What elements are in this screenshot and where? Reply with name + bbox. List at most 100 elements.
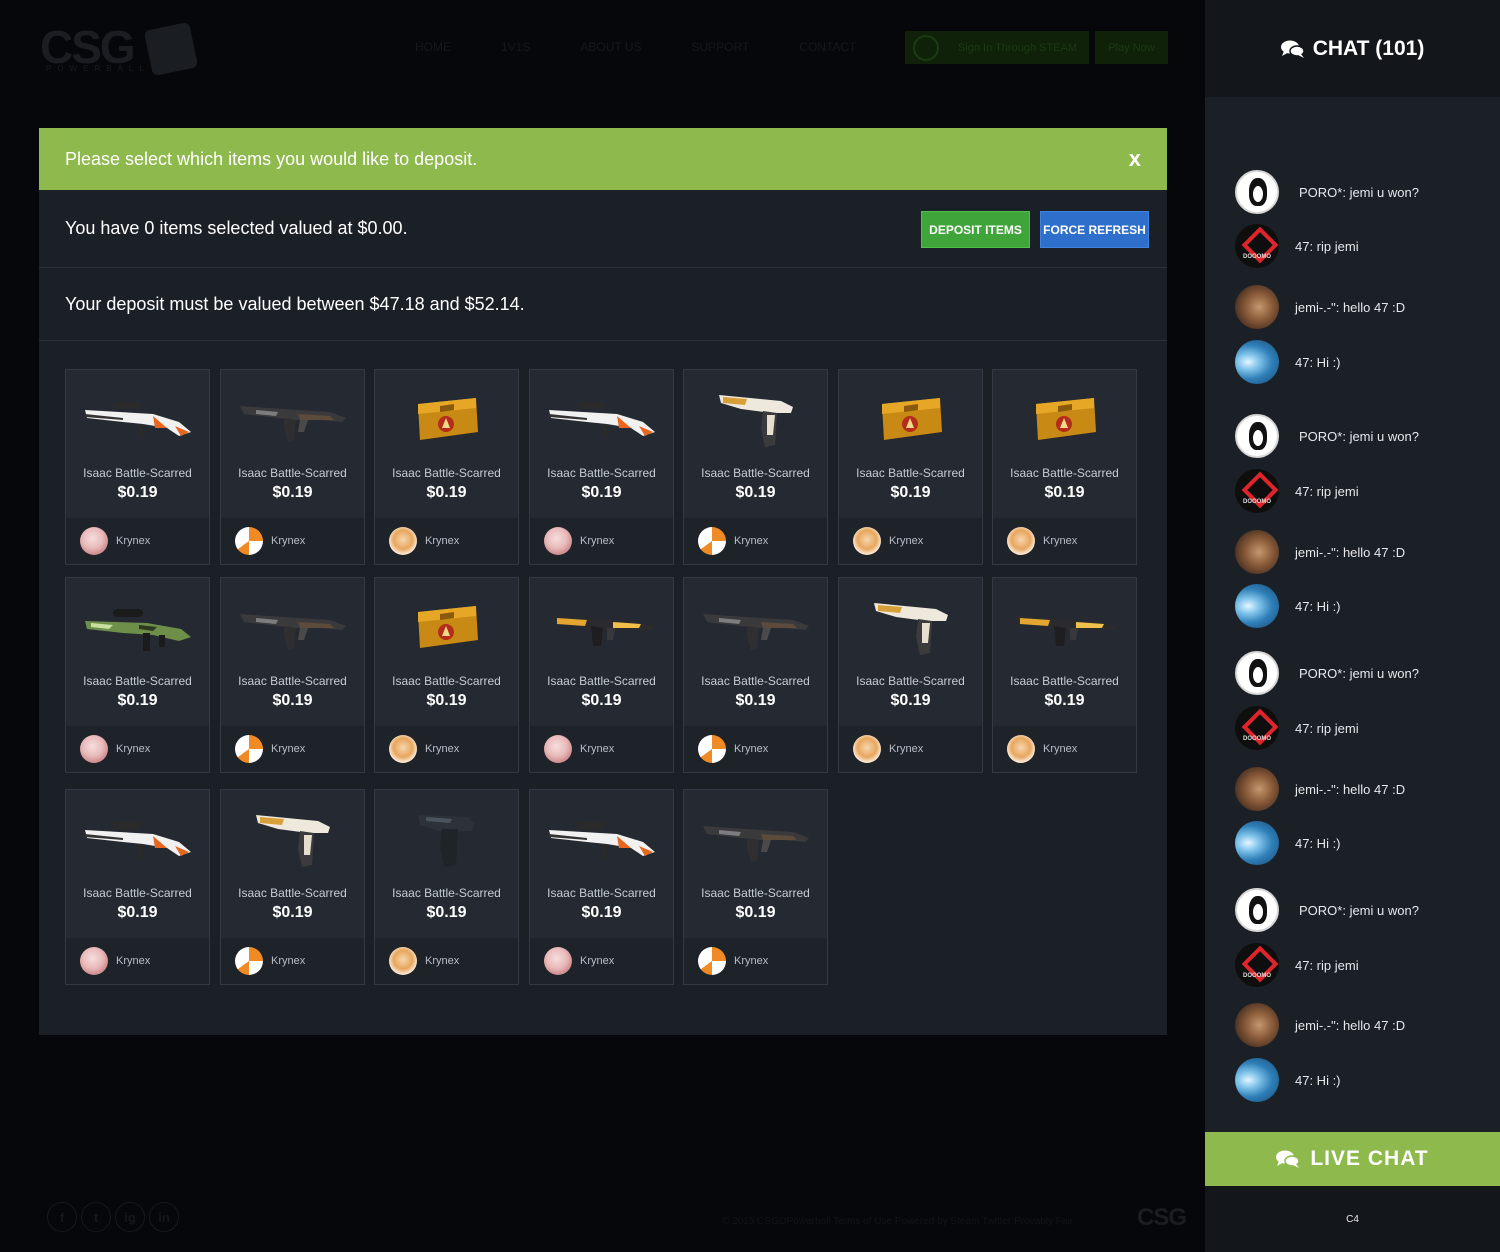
twitter-icon[interactable]: t (81, 1202, 111, 1232)
avatar[interactable] (1235, 821, 1279, 865)
nav-about-us[interactable]: ABOUT US (580, 40, 641, 54)
avatar (698, 735, 726, 763)
inventory-item[interactable]: Isaac Battle-Scarred $0.19 Krynex (374, 789, 519, 985)
inventory-item[interactable]: Isaac Battle-Scarred $0.19 Krynex (65, 577, 210, 773)
avatar (80, 735, 108, 763)
inventory-item[interactable]: Isaac Battle-Scarred $0.19 Krynex (838, 369, 983, 565)
nav-support[interactable]: SUPPORT (691, 40, 749, 54)
avatar[interactable] (1235, 1003, 1279, 1047)
item-owner: Krynex (839, 518, 982, 564)
avatar[interactable] (1235, 414, 1279, 458)
nav-contact[interactable]: CONTACT (799, 40, 856, 54)
avatar[interactable] (1235, 340, 1279, 384)
chat-bubbles-icon (1276, 1150, 1301, 1168)
item-name: Isaac Battle-Scarred (1010, 674, 1119, 688)
item-owner: Krynex (66, 726, 209, 772)
inventory-item[interactable]: Isaac Battle-Scarred $0.19 Krynex (529, 577, 674, 773)
chat-message-text: PORO*: jemi u won? (1299, 428, 1419, 444)
social-links: f t ig in (47, 1202, 179, 1232)
inventory-item[interactable]: Isaac Battle-Scarred $0.19 Krynex (683, 577, 828, 773)
avatar[interactable] (1235, 530, 1279, 574)
linkedin-icon[interactable]: in (149, 1202, 179, 1232)
chat-message: jemi-.-": hello 47 :D (1235, 767, 1485, 811)
inventory-item[interactable]: Isaac Battle-Scarred $0.19 Krynex (220, 789, 365, 985)
inventory-item[interactable]: Isaac Battle-Scarred $0.19 Krynex (992, 369, 1137, 565)
chat-message: jemi-.-": hello 47 :D (1235, 530, 1485, 574)
inventory-item[interactable]: Isaac Battle-Scarred $0.19 Krynex (683, 789, 828, 985)
selection-summary-row: You have 0 items selected valued at $0.0… (39, 190, 1167, 268)
item-name: Isaac Battle-Scarred (238, 466, 347, 480)
avatar[interactable] (1235, 285, 1279, 329)
asiimov-sniper-icon (530, 370, 673, 465)
inventory-item[interactable]: Isaac Battle-Scarred $0.19 Krynex (529, 369, 674, 565)
chat-message: 47: Hi :) (1235, 1058, 1485, 1102)
smg-icon (993, 578, 1136, 673)
live-chat-button[interactable]: LIVE CHAT (1205, 1132, 1500, 1186)
avatar[interactable] (1235, 943, 1279, 987)
owner-name: Krynex (271, 743, 306, 755)
ak47-icon (684, 578, 827, 673)
owner-name: Krynex (1043, 535, 1078, 547)
deposit-items-button[interactable]: DEPOSIT ITEMS (921, 211, 1030, 248)
avatar (235, 947, 263, 975)
item-name: Isaac Battle-Scarred (856, 674, 965, 688)
chat-message-text: 47: Hi :) (1295, 598, 1341, 614)
nav-home[interactable]: HOME (415, 40, 451, 54)
instagram-icon[interactable]: ig (115, 1202, 145, 1232)
nav-1v1s[interactable]: 1V1S (501, 40, 530, 54)
close-button[interactable]: x (1129, 146, 1141, 172)
inventory-item[interactable]: Isaac Battle-Scarred $0.19 Krynex (220, 369, 365, 565)
steam-signin-button[interactable]: Sign In Through STEAM (905, 31, 1089, 64)
footer-text: © 2015 CSGOPowerball Terms of Use Powere… (722, 1216, 1074, 1227)
avatar[interactable] (1235, 1058, 1279, 1102)
inventory-item[interactable]: Isaac Battle-Scarred $0.19 Krynex (374, 369, 519, 565)
inventory-item[interactable]: Isaac Battle-Scarred $0.19 Krynex (220, 577, 365, 773)
play-now-button[interactable]: Play Now (1095, 31, 1168, 64)
avatar[interactable] (1235, 469, 1279, 513)
avatar[interactable] (1235, 706, 1279, 750)
inventory-item[interactable]: Isaac Battle-Scarred $0.19 Krynex (374, 577, 519, 773)
chat-message-text: jemi-.-": hello 47 :D (1295, 299, 1406, 315)
item-owner: Krynex (530, 518, 673, 564)
inventory-item[interactable]: Isaac Battle-Scarred $0.19 Krynex (529, 789, 674, 985)
item-owner: Krynex (530, 938, 673, 984)
weapon-case-icon (993, 370, 1136, 465)
site-logo[interactable]: CSG POWERBALL (40, 20, 199, 77)
avatar[interactable] (1235, 170, 1279, 214)
item-name: Isaac Battle-Scarred (701, 674, 810, 688)
owner-name: Krynex (889, 743, 924, 755)
chat-message: PORO*: jemi u won? (1235, 651, 1485, 695)
inventory-item[interactable]: Isaac Battle-Scarred $0.19 Krynex (65, 369, 210, 565)
item-owner: Krynex (221, 938, 364, 984)
chat-message-text: 47: rip jemi (1295, 720, 1359, 736)
item-name: Isaac Battle-Scarred (547, 674, 656, 688)
inventory-item[interactable]: Isaac Battle-Scarred $0.19 Krynex (992, 577, 1137, 773)
inventory-item[interactable]: Isaac Battle-Scarred $0.19 Krynex (838, 577, 983, 773)
logo-subtitle: POWERBALL (46, 64, 150, 73)
item-price: $0.19 (117, 692, 158, 709)
avatar (1007, 527, 1035, 555)
avatar (853, 527, 881, 555)
desert-eagle-icon (839, 578, 982, 673)
ak47-icon (221, 370, 364, 465)
chat-header: CHAT (101) (1205, 0, 1500, 97)
avatar (544, 947, 572, 975)
force-refresh-button[interactable]: FORCE REFRESH (1040, 211, 1149, 248)
inventory-item[interactable]: Isaac Battle-Scarred $0.19 Krynex (65, 789, 210, 985)
live-chat-label: LIVE CHAT (1310, 1147, 1429, 1170)
item-name: Isaac Battle-Scarred (856, 466, 965, 480)
avatar[interactable] (1235, 888, 1279, 932)
main-nav: HOME 1V1S ABOUT US SUPPORT CONTACT (415, 40, 856, 54)
avatar (853, 735, 881, 763)
selection-summary: You have 0 items selected valued at $0.0… (65, 218, 408, 238)
facebook-icon[interactable]: f (47, 1202, 77, 1232)
avatar[interactable] (1235, 584, 1279, 628)
item-price: $0.19 (735, 692, 776, 709)
avatar[interactable] (1235, 224, 1279, 268)
avatar[interactable] (1235, 767, 1279, 811)
inventory-item[interactable]: Isaac Battle-Scarred $0.19 Krynex (683, 369, 828, 565)
avatar[interactable] (1235, 651, 1279, 695)
chat-message-text: jemi-.-": hello 47 :D (1295, 1017, 1406, 1033)
chat-bubbles-icon (1280, 40, 1305, 58)
avatar (698, 527, 726, 555)
